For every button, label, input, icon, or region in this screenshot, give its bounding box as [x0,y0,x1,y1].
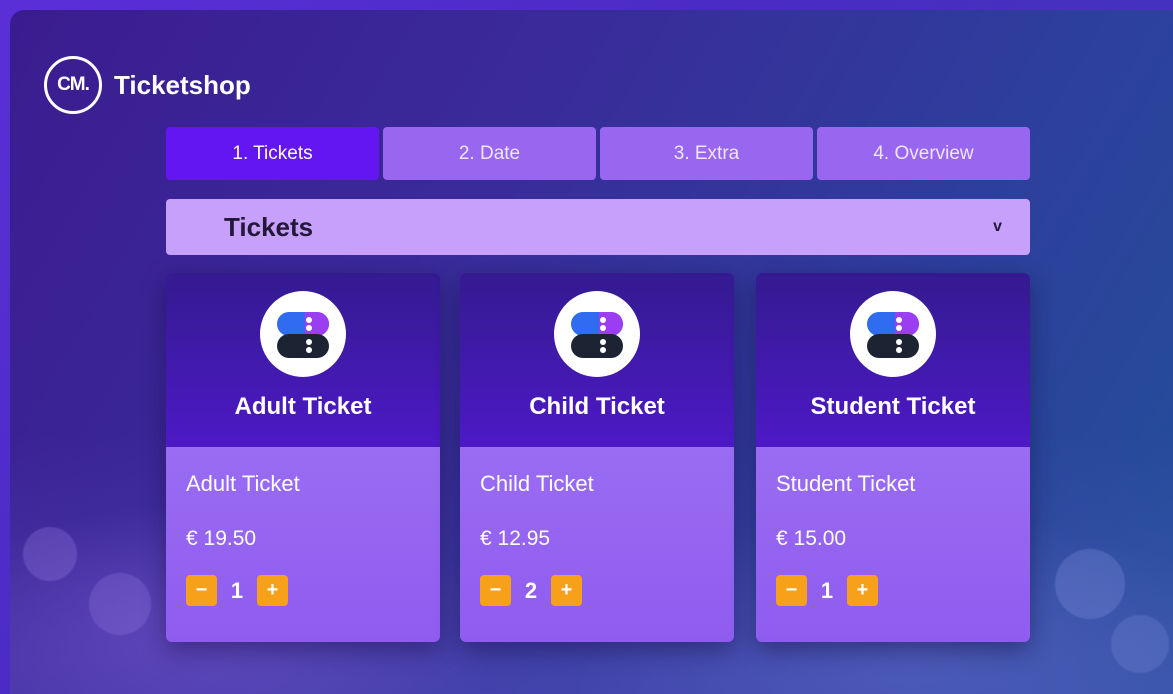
card-body: Adult Ticket € 19.50 − 1 + [166,447,440,642]
ticket-icon [850,291,936,377]
app-frame: CM. Ticketshop 1. Tickets 2. Date 3. Ext… [0,0,1173,694]
decrement-button[interactable]: − [186,575,217,606]
quantity-stepper: − 1 + [776,575,1010,606]
ticket-price: € 19.50 [186,527,257,550]
chevron-down-icon[interactable]: v [993,218,1002,236]
increment-button[interactable]: + [257,575,288,606]
card-body: Child Ticket € 12.95 − 2 + [460,447,734,642]
card-header: Adult Ticket [166,273,440,447]
ticket-icon [260,291,346,377]
ticket-price: € 12.95 [480,527,551,550]
header: CM. Ticketshop [44,56,251,114]
cm-logo[interactable]: CM. [44,56,102,114]
ticket-name: Child Ticket [480,471,594,496]
increment-button[interactable]: + [847,575,878,606]
ticket-name: Student Ticket [776,471,916,496]
tab-tickets[interactable]: 1. Tickets [166,127,379,180]
section-title: Tickets [224,211,314,242]
decrement-button[interactable]: − [480,575,511,606]
step-tabs: 1. Tickets 2. Date 3. Extra 4. Overview [166,127,1030,180]
ticketshop-panel: CM. Ticketshop 1. Tickets 2. Date 3. Ext… [10,10,1173,694]
card-title: Student Ticket [810,393,976,420]
increment-button[interactable]: + [551,575,582,606]
quantity-value: 1 [820,577,834,603]
ticket-card-child: Child Ticket Child Ticket € 12.95 − 2 + [460,273,734,642]
card-title: Child Ticket [529,393,665,420]
ticket-card-adult: Adult Ticket Adult Ticket € 19.50 − 1 + [166,273,440,642]
tickets-section-header[interactable]: Tickets v [166,199,1030,255]
card-title: Adult Ticket [234,393,372,420]
quantity-stepper: − 1 + [186,575,420,606]
quantity-value: 1 [230,577,244,603]
ticket-price: € 15.00 [776,527,847,550]
tab-extra[interactable]: 3. Extra [600,127,813,180]
quantity-value: 2 [524,577,538,603]
ticket-name: Adult Ticket [186,471,300,496]
card-header: Child Ticket [460,273,734,447]
brand-name: Ticketshop [114,69,251,100]
tab-date[interactable]: 2. Date [383,127,596,180]
ticket-card-student: Student Ticket Student Ticket € 15.00 − … [756,273,1030,642]
quantity-stepper: − 2 + [480,575,714,606]
decrement-button[interactable]: − [776,575,807,606]
card-header: Student Ticket [756,273,1030,447]
tab-overview[interactable]: 4. Overview [817,127,1030,180]
card-body: Student Ticket € 15.00 − 1 + [756,447,1030,642]
ticket-icon [554,291,640,377]
